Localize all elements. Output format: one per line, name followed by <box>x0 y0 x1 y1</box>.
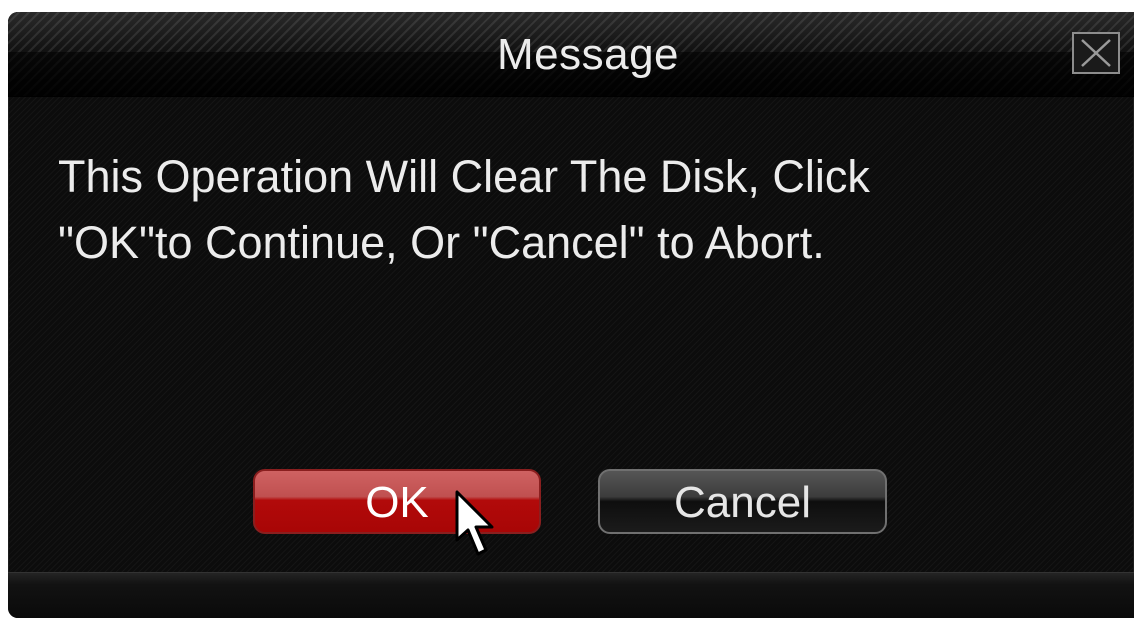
message-line-1: This Operation Will Clear The Disk, Clic… <box>58 151 870 202</box>
message-line-2: "OK"to Continue, Or "Cancel" to Abort. <box>58 217 825 268</box>
close-button[interactable] <box>1072 32 1120 74</box>
close-icon <box>1081 39 1111 67</box>
dialog-title: Message <box>496 30 680 79</box>
dialog-titlebar: Message <box>8 12 1134 97</box>
mouse-pointer-icon <box>455 490 494 556</box>
cancel-button-label: Cancel <box>674 478 811 527</box>
message-dialog: Message This Operation Will Clear The Di… <box>8 12 1134 618</box>
cancel-button[interactable]: Cancel <box>598 469 887 534</box>
ok-button-label: OK <box>365 478 429 527</box>
dialog-message: This Operation Will Clear The Disk, Clic… <box>58 144 1098 276</box>
dialog-footer <box>8 572 1134 618</box>
